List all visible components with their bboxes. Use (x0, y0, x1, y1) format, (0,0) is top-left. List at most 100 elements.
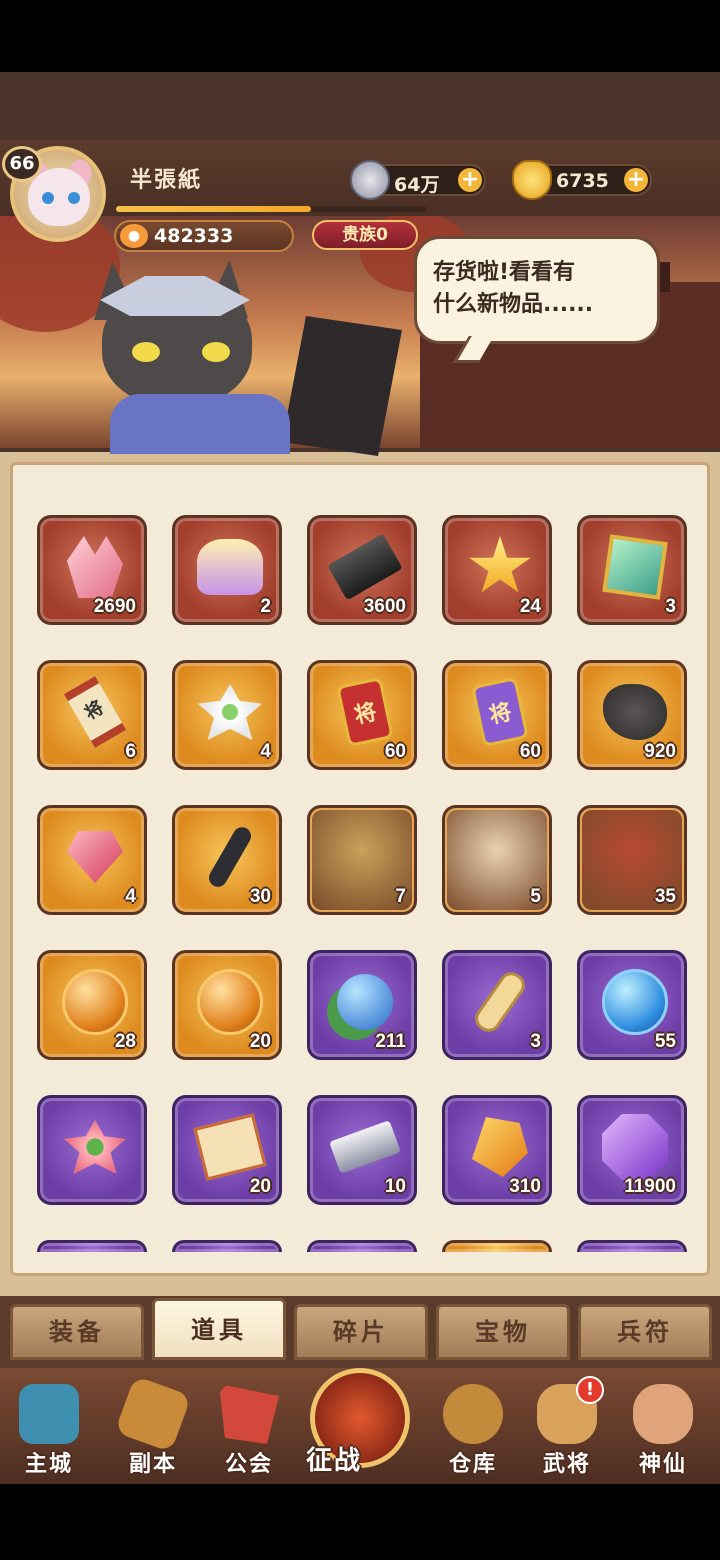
inventory-slot[interactable]: 2 (172, 515, 282, 625)
inventory-slot-partial[interactable] (577, 1240, 687, 1252)
swords-icon (114, 1375, 192, 1453)
inventory-slot[interactable]: 28 (37, 950, 147, 1060)
water-orb-icon (602, 969, 668, 1035)
inventory-slot-partial[interactable] (37, 1240, 147, 1252)
inventory-slot-partial[interactable] (172, 1240, 282, 1252)
item-quantity: 5 (530, 886, 541, 907)
item-quantity: 3 (530, 1031, 541, 1052)
item-quantity: 211 (375, 1031, 406, 1052)
cat-eye (202, 342, 230, 362)
inventory-slot-partial[interactable] (442, 1240, 552, 1252)
leaf-orb-icon-shape (337, 974, 393, 1030)
hook-icon (197, 823, 263, 891)
inventory-slot[interactable]: 3 (442, 950, 552, 1060)
water-orb-icon-shape (602, 969, 668, 1035)
item-quantity: 20 (249, 1031, 271, 1052)
purple-gem-icon-shape (602, 1114, 668, 1180)
nav-label: 公会 (224, 1452, 273, 1477)
nav-warehouse[interactable]: 仓库 (428, 1376, 518, 1480)
inventory-slot[interactable]: 310 (442, 1095, 552, 1205)
inventory-slot[interactable]: 3600 (307, 515, 417, 625)
jade-box-icon-shape (602, 534, 668, 600)
amber-stone-icon-shape (472, 1117, 528, 1177)
yellow-scroll-icon-shape (470, 967, 530, 1037)
item-quantity: 2 (260, 596, 271, 617)
avatar-eye (68, 192, 80, 204)
edict-paper-icon (193, 1113, 267, 1181)
red-gem-icon (62, 824, 128, 890)
inventory-grid: 2690 2 3600 24 3 将 6 4 将 60 将 60 920 4 30 7 5 35 28 20 211 3 5… (37, 515, 697, 1252)
inventory-slot-partial[interactable] (307, 1240, 417, 1252)
gold-ingot-icon (512, 160, 552, 200)
nav-battle[interactable]: 征战 (306, 1362, 414, 1482)
inventory-slot[interactable]: 10 (307, 1095, 417, 1205)
nav-generals[interactable]: ! 武将 (522, 1376, 612, 1480)
inventory-slot[interactable]: 211 (307, 950, 417, 1060)
rune-stone-icon (602, 679, 668, 745)
inventory-slot[interactable]: 将 60 (442, 660, 552, 770)
nav-immortals[interactable]: 神仙 (618, 1376, 708, 1480)
general-scroll-icon-shape: 将 (63, 676, 127, 748)
tab-equipment[interactable]: 装备 (10, 1304, 144, 1360)
speech-bubble: 存货啦!看看有 什么新物品...... (414, 236, 660, 344)
inventory-slot[interactable]: 7 (307, 805, 417, 915)
item-quantity: 3 (665, 596, 676, 617)
nav-guild[interactable]: 公会 (204, 1376, 294, 1480)
item-quantity: 30 (249, 886, 271, 907)
crystal-icon (62, 534, 128, 600)
paw-points-counter: ● 482333 (114, 220, 294, 252)
exp-bar (116, 206, 426, 212)
item-quantity: 60 (519, 741, 541, 762)
inventory-slot[interactable]: 4 (37, 805, 147, 915)
inventory-slot[interactable] (37, 1095, 147, 1205)
pink-lotus-icon (62, 1114, 128, 1180)
inventory-slot[interactable]: 将6 (37, 660, 147, 770)
item-quantity: 4 (125, 886, 136, 907)
item-quantity: 11900 (624, 1176, 676, 1197)
silver-ingot-icon (329, 1114, 401, 1180)
hook-icon-shape (205, 823, 255, 891)
item-quantity: 24 (519, 596, 541, 617)
inventory-slot[interactable]: 35 (577, 805, 687, 915)
inventory-slot[interactable]: 将 60 (307, 660, 417, 770)
gold-value: 6735 (556, 170, 609, 192)
tab-fragments[interactable]: 碎片 (294, 1304, 428, 1360)
copper-coin-counter: 64万 + (350, 160, 486, 200)
edict-paper-icon-shape (193, 1113, 267, 1181)
inventory-slot[interactable]: 30 (172, 805, 282, 915)
amber-stone-icon (467, 1114, 533, 1180)
item-quantity: 920 (644, 741, 676, 762)
inventory-slot[interactable]: 55 (577, 950, 687, 1060)
nav-label: 神仙 (638, 1452, 687, 1477)
tab-treasures[interactable]: 宝物 (436, 1304, 570, 1360)
inventory-slot[interactable]: 20 (172, 950, 282, 1060)
inventory-slot[interactable]: 2690 (37, 515, 147, 625)
exp-bar-fill (116, 206, 312, 212)
inventory-slot[interactable]: 3 (577, 515, 687, 625)
nav-main-city[interactable]: 主城 (4, 1376, 94, 1480)
helmet-icon (197, 534, 263, 600)
purple-general-token-icon: 将 (467, 676, 533, 748)
inventory-slot[interactable]: 4 (172, 660, 282, 770)
inventory-slot[interactable]: 11900 (577, 1095, 687, 1205)
nav-dungeon[interactable]: 副本 (108, 1375, 198, 1480)
item-quantity: 7 (395, 886, 406, 907)
inventory-slot[interactable]: 5 (442, 805, 552, 915)
inventory-slot[interactable]: 920 (577, 660, 687, 770)
add-gold-button[interactable]: + (624, 168, 648, 192)
iron-ingot-icon (327, 533, 403, 601)
red-general-token-icon-shape: 将 (336, 676, 394, 748)
jade-box-icon (602, 534, 668, 600)
tab-items[interactable]: 道具 (152, 1298, 286, 1360)
item-quantity: 20 (249, 1176, 271, 1197)
noble-rank-button[interactable]: 贵族0 (312, 220, 418, 250)
silver-ingot-icon-shape (329, 1120, 401, 1174)
add-coins-button[interactable]: + (458, 168, 482, 192)
general-scroll-icon: 将 (62, 676, 128, 748)
item-quantity: 28 (114, 1031, 136, 1052)
leaf-orb-icon (332, 969, 398, 1035)
inventory-slot[interactable]: 24 (442, 515, 552, 625)
inventory-slot[interactable]: 20 (172, 1095, 282, 1205)
tab-tallies[interactable]: 兵符 (578, 1304, 712, 1360)
yellow-scroll-icon (467, 967, 533, 1037)
